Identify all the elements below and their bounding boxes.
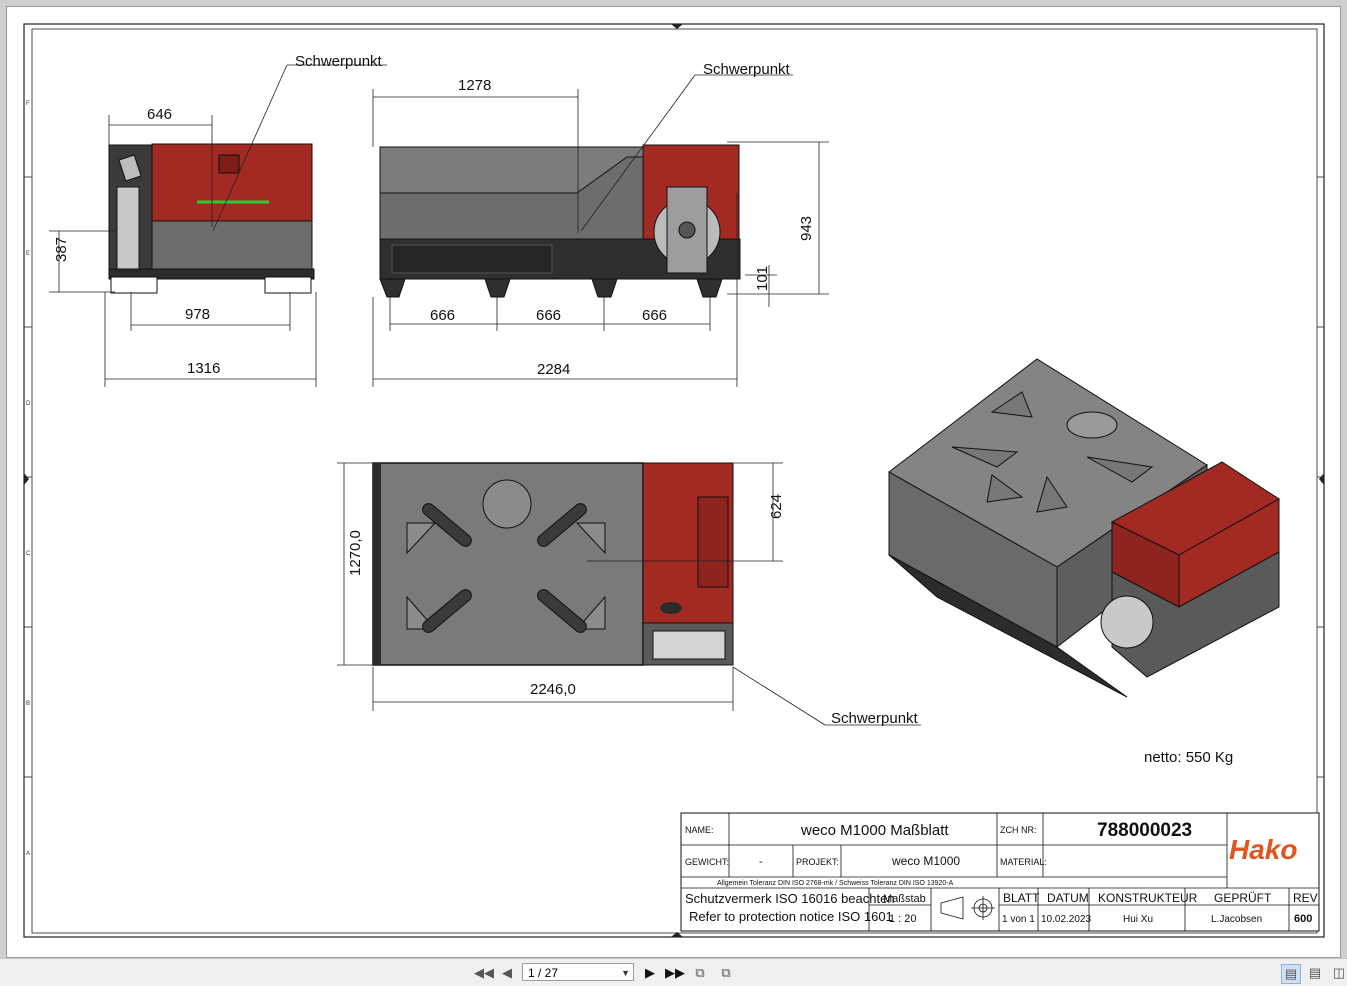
massstab-value: 1 : 20 <box>889 913 917 925</box>
blatt-label: BLATT <box>1003 891 1040 905</box>
zch-label: ZCH NR: <box>1000 825 1037 835</box>
copy-page-icon[interactable]: ⧉ <box>717 964 735 982</box>
center-mark-top <box>671 24 683 29</box>
zone-letter-d: D <box>26 401 31 407</box>
blatt-value: 1 von 1 <box>1002 914 1035 925</box>
document-viewer: F E D C B A 646 387 978 1316 Schwerpunkt… <box>0 0 1347 958</box>
next-page-icon[interactable]: ▶ <box>641 964 659 982</box>
geprueft-value: L.Jacobsen <box>1211 914 1262 925</box>
dim-top-height: 1270,0 <box>347 530 364 576</box>
dim-front-seg2: 666 <box>536 307 561 324</box>
center-mark-left <box>24 473 29 485</box>
dim-front-seg3: 666 <box>642 307 667 324</box>
front-view <box>379 144 741 298</box>
zone-letter-b: B <box>26 701 30 707</box>
previous-page-icon[interactable]: ◀ <box>498 964 516 982</box>
tolerance-note: Allgemein Toleranz DIN ISO 2768-mk / Sch… <box>717 880 954 887</box>
isometric-view <box>888 358 1280 698</box>
rotate-page-icon[interactable]: ⧉ <box>691 964 709 982</box>
first-page-icon[interactable]: ◀◀ <box>474 964 494 982</box>
konstrukteur-value: Hui Xu <box>1123 914 1153 925</box>
gewicht-label: GEWICHT: <box>685 857 729 867</box>
cog-callout-top: Schwerpunkt <box>831 710 919 727</box>
facing-view-icon[interactable]: ◫ <box>1330 964 1347 982</box>
drawing-page: F E D C B A 646 387 978 1316 Schwerpunkt… <box>6 6 1341 958</box>
zone-letter-e: E <box>26 251 30 257</box>
dim-top-cog-offset: 624 <box>768 494 785 519</box>
protection-notice-de: Schutzvermerk ISO 16016 beachten <box>685 891 895 906</box>
center-mark-right <box>1319 473 1324 485</box>
dim-front-height: 943 <box>798 216 815 241</box>
datum-value: 10.02.2023 <box>1041 914 1091 925</box>
title-block: NAME: weco M1000 Maßblatt ZCH NR: 788000… <box>680 812 1320 932</box>
dim-side-height-left: 387 <box>53 237 70 262</box>
projekt-value: weco M1000 <box>891 854 960 868</box>
zone-letter-c: C <box>26 551 31 557</box>
konstrukteur-label: KONSTRUKTEUR <box>1098 891 1198 905</box>
drawing-name: weco M1000 Maßblatt <box>800 822 949 839</box>
cog-callout-side: Schwerpunkt <box>295 53 383 70</box>
dim-front-ground: 101 <box>754 266 771 291</box>
technical-drawing: F E D C B A 646 387 978 1316 Schwerpunkt… <box>23 23 1325 938</box>
dim-side-width-top: 646 <box>147 106 172 123</box>
weight-note: netto: 550 Kg <box>1144 749 1233 766</box>
dim-front-total: 2284 <box>537 361 570 378</box>
material-label: MATERIAL: <box>1000 857 1047 867</box>
dim-front-seg1: 666 <box>430 307 455 324</box>
side-view <box>108 143 315 294</box>
page-number-select[interactable]: 1 / 27 ▼ <box>522 963 634 981</box>
name-label: NAME: <box>685 825 714 835</box>
continuous-view-icon[interactable]: ▤ <box>1306 964 1324 982</box>
single-page-view-icon[interactable]: ▤ <box>1281 964 1301 984</box>
dim-top-width: 2246,0 <box>530 681 576 698</box>
zone-letter-a: A <box>26 851 30 857</box>
page-indicator: 1 / 27 <box>528 966 559 980</box>
last-page-icon[interactable]: ▶▶ <box>665 964 685 982</box>
viewer-toolbar: ◀◀ ◀ 1 / 27 ▼ ▶ ▶▶ ⧉ ⧉ ▤ ▤ ◫ <box>0 958 1347 986</box>
protection-notice-en: Refer to protection notice ISO 1601 <box>689 909 893 924</box>
dim-side-inner-width: 978 <box>185 306 210 323</box>
hako-logo: Hako <box>1229 834 1297 865</box>
rev-label: REV <box>1293 891 1318 905</box>
top-view <box>372 462 734 666</box>
projekt-label: PROJEKT: <box>796 857 839 867</box>
gewicht-value: - <box>759 856 763 868</box>
cog-callout-front: Schwerpunkt <box>703 61 791 78</box>
zch-number: 788000023 <box>1097 820 1192 841</box>
dim-front-offset: 1278 <box>458 77 491 94</box>
massstab-label: Maßstab <box>883 893 926 905</box>
zone-letter-f: F <box>26 101 30 107</box>
geprueft-label: GEPRÜFT <box>1214 891 1272 905</box>
rev-value: 600 <box>1294 913 1312 925</box>
chevron-down-icon: ▼ <box>621 968 630 978</box>
datum-label: DATUM <box>1047 891 1089 905</box>
dim-side-total-width: 1316 <box>187 360 220 377</box>
